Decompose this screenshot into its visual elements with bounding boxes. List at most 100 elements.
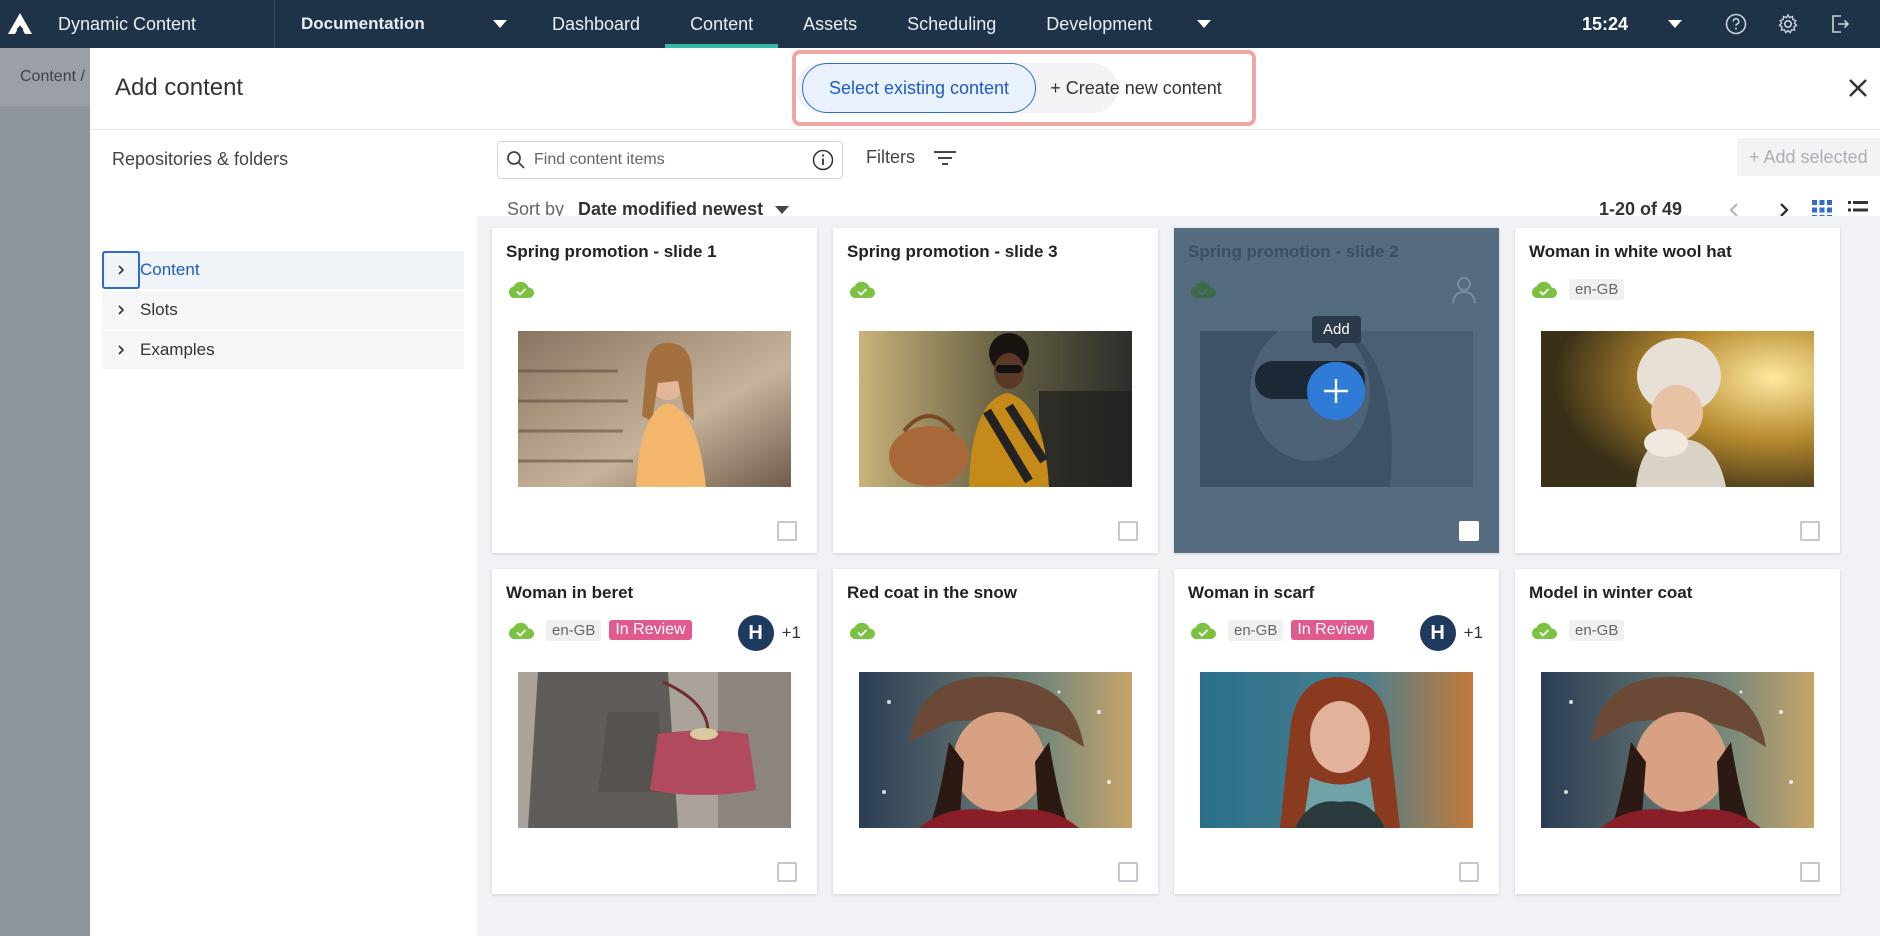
locale-badge: en-GB: [1228, 619, 1284, 641]
chevron-down-icon[interactable]: [1668, 20, 1682, 28]
tab-label: Assets: [803, 13, 858, 34]
sidebar-item-label: Content: [140, 260, 200, 279]
card-meta: [1188, 278, 1218, 300]
more-assignees: +1: [781, 623, 801, 642]
card-meta: [847, 278, 877, 300]
logout-icon[interactable]: [1828, 12, 1852, 36]
thumbnail-image: [518, 672, 791, 828]
published-cloud-icon: [1531, 281, 1558, 298]
breadcrumb-text: Content /: [20, 68, 85, 85]
nav-right: 15:24: [1582, 0, 1880, 48]
select-checkbox[interactable]: [1459, 862, 1479, 882]
avatar: H: [1419, 615, 1456, 651]
content-grid: Spring promotion - slide 1 Spring promot…: [477, 216, 1880, 936]
locale-badge: en-GB: [546, 619, 602, 641]
sidebar-title: Repositories & folders: [112, 149, 289, 169]
more-assignees: +1: [1463, 623, 1483, 642]
card-title: Model in winter coat: [1529, 583, 1693, 602]
select-checkbox[interactable]: [1118, 862, 1138, 882]
filters-button[interactable]: Filters: [866, 147, 957, 168]
content-card[interactable]: Woman in white wool hat en-GB: [1515, 228, 1840, 553]
select-checkbox[interactable]: [1800, 521, 1820, 541]
select-checkbox[interactable]: [777, 862, 797, 882]
create-new-button[interactable]: + Create new content: [1036, 63, 1236, 113]
select-checkbox[interactable]: [1118, 521, 1138, 541]
content-card[interactable]: Model in winter coat en-GB: [1515, 569, 1840, 894]
chevron-right-icon[interactable]: [102, 291, 140, 329]
top-nav: Dynamic Content Documentation Dashboard …: [0, 0, 1880, 48]
tab-scheduling[interactable]: Scheduling: [882, 0, 1021, 48]
sidebar-item-examples[interactable]: Examples: [102, 331, 464, 369]
locale-badge: en-GB: [1569, 278, 1625, 300]
published-cloud-icon: [1190, 622, 1217, 639]
chevron-down-icon: [775, 205, 790, 214]
sidebar-item-content[interactable]: Content: [102, 251, 464, 289]
chevron-right-icon[interactable]: [102, 251, 140, 289]
content-card[interactable]: Spring promotion - slide 3: [833, 228, 1158, 553]
sidebar-item-slots[interactable]: Slots: [102, 291, 464, 329]
close-icon[interactable]: [1844, 74, 1872, 102]
published-cloud-icon: [1531, 622, 1558, 639]
select-checkbox[interactable]: [777, 521, 797, 541]
repositories-sidebar: Repositories & folders Content Slots Exa…: [90, 130, 476, 936]
dialog-header: Add content Select existing content + Cr…: [90, 48, 1880, 130]
card-meta: en-GB: [1529, 278, 1625, 300]
info-icon[interactable]: [812, 149, 834, 171]
card-title: Spring promotion - slide 1: [506, 242, 717, 261]
card-meta: en-GB In Review: [1188, 619, 1374, 641]
content-card[interactable]: Red coat in the snow: [833, 569, 1158, 894]
card-meta: [847, 619, 877, 641]
assignees: H +1: [737, 615, 801, 651]
avatar: H: [737, 615, 774, 651]
content-card-hovered[interactable]: Spring promotion - slide 2 Add: [1174, 228, 1499, 553]
tab-assets[interactable]: Assets: [778, 0, 882, 48]
card-title: Red coat in the snow: [847, 583, 1018, 602]
sidebar-item-label: Examples: [140, 340, 215, 359]
published-cloud-icon: [1190, 281, 1217, 298]
thumbnail-image: [1541, 672, 1814, 828]
select-existing-button[interactable]: Select existing content: [802, 63, 1036, 113]
search-icon: [507, 151, 525, 169]
card-title: Woman in scarf: [1188, 583, 1315, 602]
locale-badge: en-GB: [1569, 619, 1625, 641]
sidebar-item-label: Slots: [140, 300, 178, 319]
chevron-down-icon: [493, 20, 507, 28]
gear-icon[interactable]: [1776, 12, 1800, 36]
amplience-logo-icon: [8, 13, 32, 34]
thumbnail-image: [859, 331, 1132, 487]
content-card[interactable]: Spring promotion - slide 1: [492, 228, 817, 553]
hub-selector[interactable]: Documentation: [275, 0, 527, 48]
select-checkbox[interactable]: [1800, 862, 1820, 882]
card-title: Spring promotion - slide 2: [1188, 242, 1399, 261]
assignees: H +1: [1419, 615, 1483, 651]
search-input[interactable]: [534, 151, 794, 169]
add-selected-button[interactable]: + Add selected: [1737, 138, 1880, 176]
tab-development[interactable]: Development: [1021, 0, 1236, 48]
card-title: Spring promotion - slide 3: [847, 242, 1058, 261]
tab-label: Content: [690, 13, 754, 34]
tab-dashboard[interactable]: Dashboard: [527, 0, 665, 48]
tab-label: Scheduling: [907, 13, 997, 34]
clock: 15:24: [1581, 13, 1628, 34]
chevron-right-icon[interactable]: [102, 331, 140, 369]
chevron-down-icon: [1197, 20, 1212, 28]
add-content-dialog: Add content Select existing content + Cr…: [90, 48, 1880, 936]
select-checkbox[interactable]: [1459, 521, 1479, 541]
tab-content[interactable]: Content: [665, 0, 779, 48]
content-card[interactable]: Woman in beret en-GB In Review H +1: [492, 569, 817, 894]
add-tooltip: Add: [1312, 316, 1361, 349]
brand[interactable]: Dynamic Content: [0, 0, 275, 48]
thumbnail-image: [1200, 672, 1473, 828]
add-button[interactable]: [1307, 362, 1365, 420]
help-icon[interactable]: [1724, 12, 1748, 36]
app-name: Dynamic Content: [58, 13, 197, 34]
content-card[interactable]: Woman in scarf en-GB In Review H +1: [1174, 569, 1499, 894]
filters-label: Filters: [866, 147, 915, 167]
published-cloud-icon: [508, 622, 535, 639]
plus-icon: [1324, 379, 1348, 403]
filter-icon: [934, 150, 956, 165]
card-meta: en-GB In Review: [506, 619, 692, 641]
card-meta: [506, 278, 536, 300]
published-cloud-icon: [849, 622, 876, 639]
tab-label: Dashboard: [552, 13, 641, 34]
